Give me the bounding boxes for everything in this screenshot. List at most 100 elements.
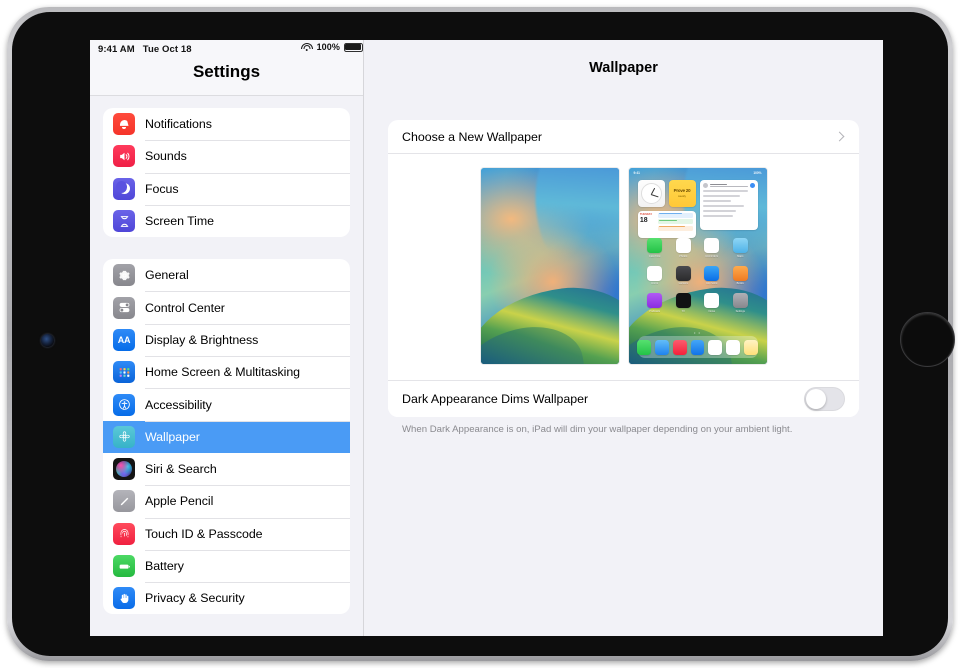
note-widget: Prove 20 weekly: [669, 180, 696, 207]
preview-status-bar: 9:41 100%: [634, 170, 762, 175]
sidebar-item-display-brightness[interactable]: AA Display & Brightness: [103, 324, 350, 356]
sidebar-item-label: Apple Pencil: [145, 494, 213, 508]
sidebar-item-label: Siri & Search: [145, 462, 217, 476]
sidebar-item-screen-time[interactable]: Screen Time: [103, 205, 350, 237]
flower-icon: [113, 426, 135, 448]
dock-icon-safari: [655, 340, 669, 355]
sidebar-scroll-area[interactable]: Notifications Sounds Focus: [90, 96, 363, 636]
sidebar-item-notifications[interactable]: Notifications: [103, 108, 350, 140]
calendar-day: 18: [640, 217, 656, 224]
app-icon-reminders: Reminders: [704, 238, 719, 258]
app-icon-tv: TV: [676, 293, 691, 313]
sidebar-item-label: Home Screen & Multitasking: [145, 365, 300, 379]
sidebar-item-label: Sounds: [145, 149, 187, 163]
app-icon-facetime: FaceTime: [647, 238, 662, 258]
speaker-waves-icon: [113, 145, 135, 167]
detail-title: Wallpaper: [589, 60, 658, 76]
status-time: 9:41 AM: [98, 44, 135, 55]
sidebar-item-label: Wallpaper: [145, 430, 200, 444]
settings-sidebar: 9:41 AM Tue Oct 18 100% Settings: [90, 40, 364, 636]
detail-header: Wallpaper: [364, 40, 883, 96]
preview-app-grid: FaceTime Photos Reminders: [641, 238, 755, 313]
unread-dot-icon: [750, 183, 755, 188]
dock-icon-mail: [691, 340, 705, 355]
preview-dock: [638, 336, 758, 358]
avatar: [703, 183, 708, 188]
status-bar: 9:41 AM Tue Oct 18 100%: [90, 40, 363, 58]
lock-screen-preview[interactable]: [481, 168, 619, 364]
sidebar-item-label: Battery: [145, 559, 184, 573]
app-icon-settings: Settings: [733, 293, 748, 313]
toggles-icon: [113, 297, 135, 319]
dock-icon-photos: [726, 340, 740, 355]
sidebar-item-home-screen[interactable]: Home Screen & Multitasking: [103, 356, 350, 388]
wallpaper-previews: 9:41 100% Prove 20 weekly: [388, 154, 859, 381]
crescent-moon-icon: [113, 178, 135, 200]
battery-icon: [113, 555, 135, 577]
page-title: Settings: [90, 62, 363, 82]
sidebar-item-control-center[interactable]: Control Center: [103, 291, 350, 323]
sidebar-item-accessibility[interactable]: Accessibility: [103, 388, 350, 420]
home-screen-overlay: 9:41 100% Prove 20 weekly: [629, 168, 767, 364]
sidebar-item-wallpaper[interactable]: Wallpaper: [103, 421, 350, 453]
bell-icon: [113, 113, 135, 135]
home-button-icon[interactable]: [900, 312, 955, 367]
preview-status-battery: 100%: [753, 171, 761, 175]
app-icon-app-store: App Store: [704, 266, 719, 286]
battery-full-icon: [344, 43, 363, 52]
preview-widgets: Prove 20 weekly TUESDAY 18: [638, 180, 758, 238]
dock-icon-files: [708, 340, 722, 355]
app-icon-home: Home: [647, 266, 662, 286]
chevron-right-icon: [835, 132, 845, 142]
sidebar-item-touch-id[interactable]: Touch ID & Passcode: [103, 518, 350, 550]
sidebar-item-privacy-security[interactable]: Privacy & Security: [103, 582, 350, 614]
sidebar-item-label: Screen Time: [145, 214, 214, 228]
choose-new-wallpaper-row[interactable]: Choose a New Wallpaper: [388, 120, 859, 154]
wallpaper-detail-pane: Wallpaper Choose a New Wallpaper: [364, 40, 883, 636]
sidebar-item-general[interactable]: General: [103, 259, 350, 291]
sidebar-item-label: Control Center: [145, 301, 225, 315]
sidebar-item-sounds[interactable]: Sounds: [103, 140, 350, 172]
dock-icon-messages: [637, 340, 651, 355]
app-icon-news: News: [704, 293, 719, 313]
sidebar-item-siri-search[interactable]: Siri & Search: [103, 453, 350, 485]
ipad-device-frame: 9:41 AM Tue Oct 18 100% Settings: [7, 7, 953, 661]
pencil-icon: [113, 490, 135, 512]
status-date: Tue Oct 18: [143, 44, 192, 55]
siri-orb-icon: [113, 458, 135, 480]
preview-status-time: 9:41: [634, 171, 640, 175]
sidebar-item-label: Touch ID & Passcode: [145, 527, 263, 541]
sidebar-item-focus[interactable]: Focus: [103, 173, 350, 205]
dock-icon-music: [673, 340, 687, 355]
app-icon-photos: Photos: [676, 238, 691, 258]
sidebar-item-label: General: [145, 268, 189, 282]
status-indicators: 100%: [301, 42, 363, 52]
app-grid-icon: [113, 361, 135, 383]
app-icon-camera: Camera: [676, 266, 691, 286]
app-icon-maps: Maps: [733, 238, 748, 258]
ipad-screen: 9:41 AM Tue Oct 18 100% Settings: [90, 40, 883, 636]
wifi-icon: [301, 43, 313, 52]
note-widget-subtitle: weekly: [678, 195, 686, 198]
calendar-event: [658, 226, 693, 231]
gear-icon: [113, 264, 135, 286]
hand-raised-icon: [113, 587, 135, 609]
fingerprint-icon: [113, 523, 135, 545]
dark-appearance-label: Dark Appearance Dims Wallpaper: [402, 392, 804, 406]
app-icon-books: Books: [733, 266, 748, 286]
dark-appearance-footnote: When Dark Appearance is on, iPad will di…: [402, 424, 859, 437]
home-screen-preview[interactable]: 9:41 100% Prove 20 weekly: [629, 168, 767, 364]
sidebar-item-apple-pencil[interactable]: Apple Pencil: [103, 485, 350, 517]
dock-icon-notes: [744, 340, 758, 355]
aa-text-icon: AA: [113, 329, 135, 351]
wallpaper-card: Choose a New Wallpaper: [388, 120, 859, 417]
dark-appearance-row[interactable]: Dark Appearance Dims Wallpaper: [388, 381, 859, 417]
mail-widget: [700, 180, 758, 230]
sidebar-item-label: Accessibility: [145, 398, 212, 412]
battery-percent-label: 100%: [317, 42, 340, 52]
sidebar-item-battery[interactable]: Battery: [103, 550, 350, 582]
dark-appearance-toggle[interactable]: [804, 387, 845, 411]
page-indicator-dots: • •: [629, 330, 767, 335]
calendar-event: [658, 213, 693, 218]
sidebar-item-label: Notifications: [145, 117, 212, 131]
